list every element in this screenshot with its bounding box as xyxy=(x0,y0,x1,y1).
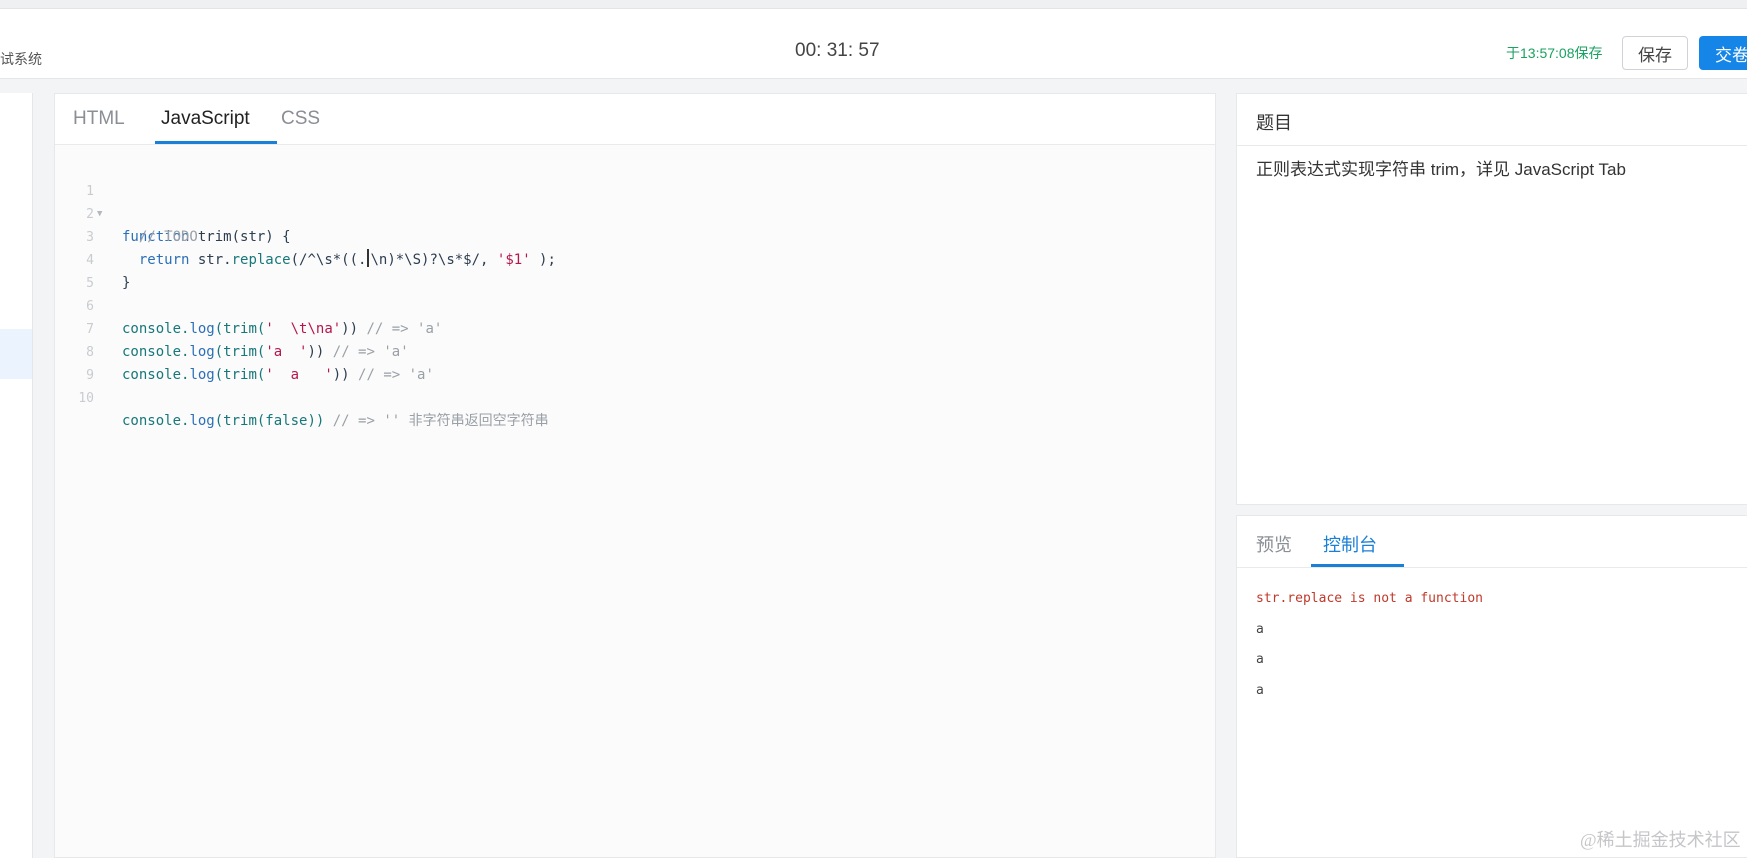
question-panel: 题目 正则表达式实现字符串 trim，详见 JavaScript Tab xyxy=(1236,93,1747,505)
console-output-line: a xyxy=(1256,622,1264,637)
line-number: 10 xyxy=(78,391,94,406)
output-tabs: 预览 控制台 xyxy=(1237,516,1747,568)
code-token: )) xyxy=(332,367,359,383)
code-line: 2 // TODO xyxy=(55,180,198,245)
code-string: ' \t\na' xyxy=(265,321,342,337)
brand-title: 试系统 xyxy=(0,51,42,67)
code-token: console. xyxy=(122,367,190,383)
code-line: 6 console.log(trim(' \t\na')) // => 'a' xyxy=(55,272,442,337)
code-string: ' a ' xyxy=(265,367,333,383)
output-panel: 预览 控制台 str.replace is not a function a a… xyxy=(1236,515,1747,858)
code-token: (trim( xyxy=(214,344,266,360)
code-token: console. xyxy=(122,321,190,337)
code-comment: // TODO xyxy=(122,229,198,245)
code-comment: // => 'a' xyxy=(332,344,409,360)
exam-timer: 00: 31: 57 xyxy=(795,40,880,61)
code-token: console. xyxy=(122,413,190,429)
code-string: '$1' xyxy=(496,252,531,268)
save-status: 于13:57:08保存 xyxy=(1506,45,1603,61)
code-string: 'a ' xyxy=(265,344,308,360)
code-area[interactable]: 1 ▼ function trim(str) { 2 // TODO 3 ret… xyxy=(55,145,1215,857)
code-token: str. xyxy=(189,252,232,268)
code-token: console. xyxy=(122,344,190,360)
code-token: } xyxy=(122,275,131,291)
code-comment: // => '' 非字符串返回空字符串 xyxy=(332,413,549,429)
header-bar: 00: 31: 57 于13:57:08保存 保存 交卷 xyxy=(0,9,1747,79)
code-token: (trim( xyxy=(214,367,266,383)
question-title: 题目 xyxy=(1256,113,1292,133)
code-comment: // => 'a' xyxy=(358,367,434,383)
editor-tabs: HTML JavaScript CSS xyxy=(55,94,1215,145)
code-comment: // => 'a' xyxy=(366,321,443,337)
code-line: 1 ▼ function trim(str) { xyxy=(55,157,290,245)
code-token: log xyxy=(189,367,215,383)
code-token: log xyxy=(189,413,215,429)
active-tab-indicator xyxy=(1311,564,1404,567)
code-token: replace xyxy=(231,252,291,268)
code-token: (trim(false)) xyxy=(214,413,333,429)
code-token: )) xyxy=(307,344,333,360)
code-line: 10 console.log(trim(false)) // => '' 非字符… xyxy=(55,364,548,429)
tab-console[interactable]: 控制台 xyxy=(1323,531,1377,557)
tab-css[interactable]: CSS xyxy=(281,108,320,130)
tab-html[interactable]: HTML xyxy=(73,108,125,130)
console-output-line: a xyxy=(1256,683,1264,698)
code-line: 7 console.log(trim('a ')) // => 'a' xyxy=(55,295,408,360)
code-line: 8 console.log(trim(' a ')) // => 'a' xyxy=(55,318,434,383)
question-body: 正则表达式实现字符串 trim，详见 JavaScript Tab xyxy=(1256,160,1626,179)
sidebar-active-item[interactable] xyxy=(0,329,32,379)
code-line: 4 } xyxy=(55,226,130,291)
code-token: (/^\s*((. xyxy=(290,252,367,268)
code-token: trim(str) { xyxy=(189,229,291,245)
code-token: log xyxy=(189,344,215,360)
code-token: \n)*\S)?\s*$/, xyxy=(370,252,497,268)
code-editor-panel: HTML JavaScript CSS 1 ▼ function trim(st… xyxy=(54,93,1216,858)
active-tab-indicator xyxy=(155,141,277,144)
console-output-line: a xyxy=(1256,652,1264,667)
save-button[interactable]: 保存 xyxy=(1622,36,1688,70)
left-sidebar xyxy=(0,93,33,858)
code-token: ); xyxy=(530,252,556,268)
code-line: 5 xyxy=(55,249,106,291)
code-token: (trim( xyxy=(214,321,266,337)
code-token: return xyxy=(122,252,190,268)
code-line: 3 return str.replace(/^\s*((. \n)*\S)?\s*… xyxy=(55,203,556,268)
submit-button[interactable]: 交卷 xyxy=(1699,36,1747,70)
code-line: 9 xyxy=(55,341,106,383)
question-header: 题目 xyxy=(1237,94,1747,146)
console-error-line: str.replace is not a function xyxy=(1256,591,1483,606)
tab-preview[interactable]: 预览 xyxy=(1256,531,1292,557)
code-token: )) xyxy=(341,321,367,337)
top-strip xyxy=(0,0,1747,9)
tab-javascript[interactable]: JavaScript xyxy=(161,108,250,130)
code-token: log xyxy=(189,321,215,337)
watermark: @稀土掘金技术社区 xyxy=(1580,830,1741,850)
